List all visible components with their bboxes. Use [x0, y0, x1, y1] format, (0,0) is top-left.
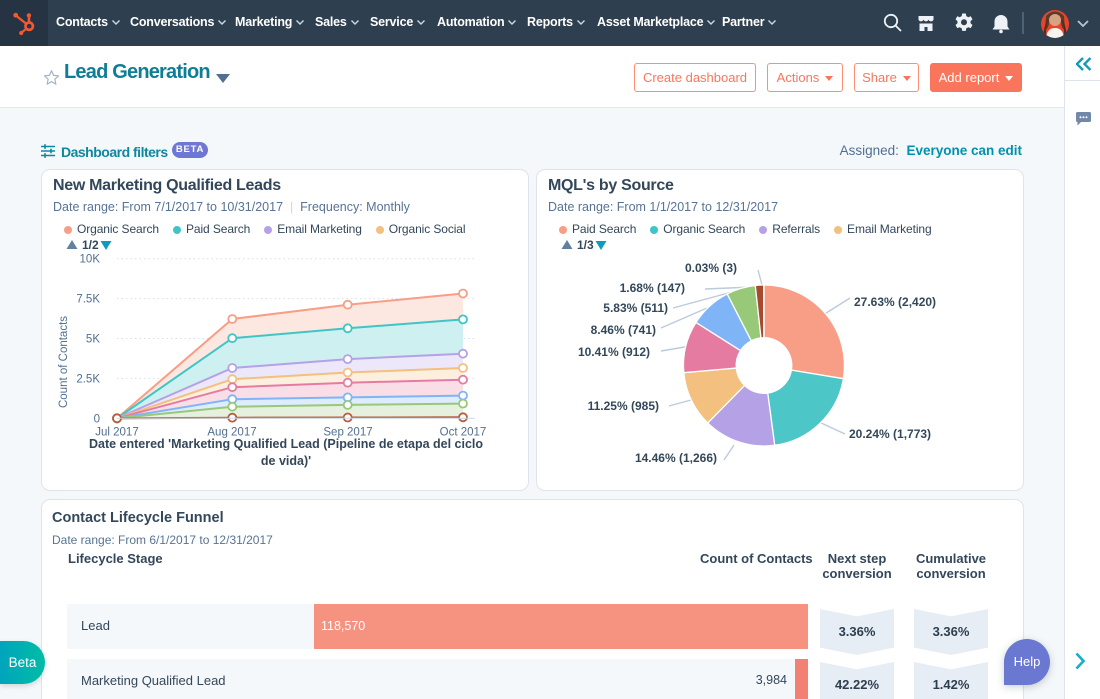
svg-text:0: 0 [94, 413, 100, 425]
svg-text:5.83% (511): 5.83% (511) [603, 301, 668, 315]
svg-text:14.46% (1,266): 14.46% (1,266) [635, 451, 717, 465]
svg-text:1.68% (147): 1.68% (147) [620, 281, 685, 295]
svg-text:20.24% (1,773): 20.24% (1,773) [849, 427, 931, 441]
svg-text:27.63% (2,420): 27.63% (2,420) [854, 295, 936, 309]
svg-text:11.25% (985): 11.25% (985) [588, 399, 659, 413]
svg-text:0.03% (3): 0.03% (3) [685, 261, 737, 275]
svg-text:10.41% (912): 10.41% (912) [578, 345, 650, 359]
svg-text:Count of Contacts: Count of Contacts [58, 316, 70, 408]
svg-text:10K: 10K [80, 254, 101, 266]
svg-text:8.46% (741): 8.46% (741) [591, 323, 656, 337]
svg-text:1/3: 1/3 [577, 239, 594, 251]
svg-text:5K: 5K [86, 334, 100, 346]
svg-text:2.5K: 2.5K [76, 373, 100, 385]
svg-text:7.5K: 7.5K [76, 294, 100, 306]
